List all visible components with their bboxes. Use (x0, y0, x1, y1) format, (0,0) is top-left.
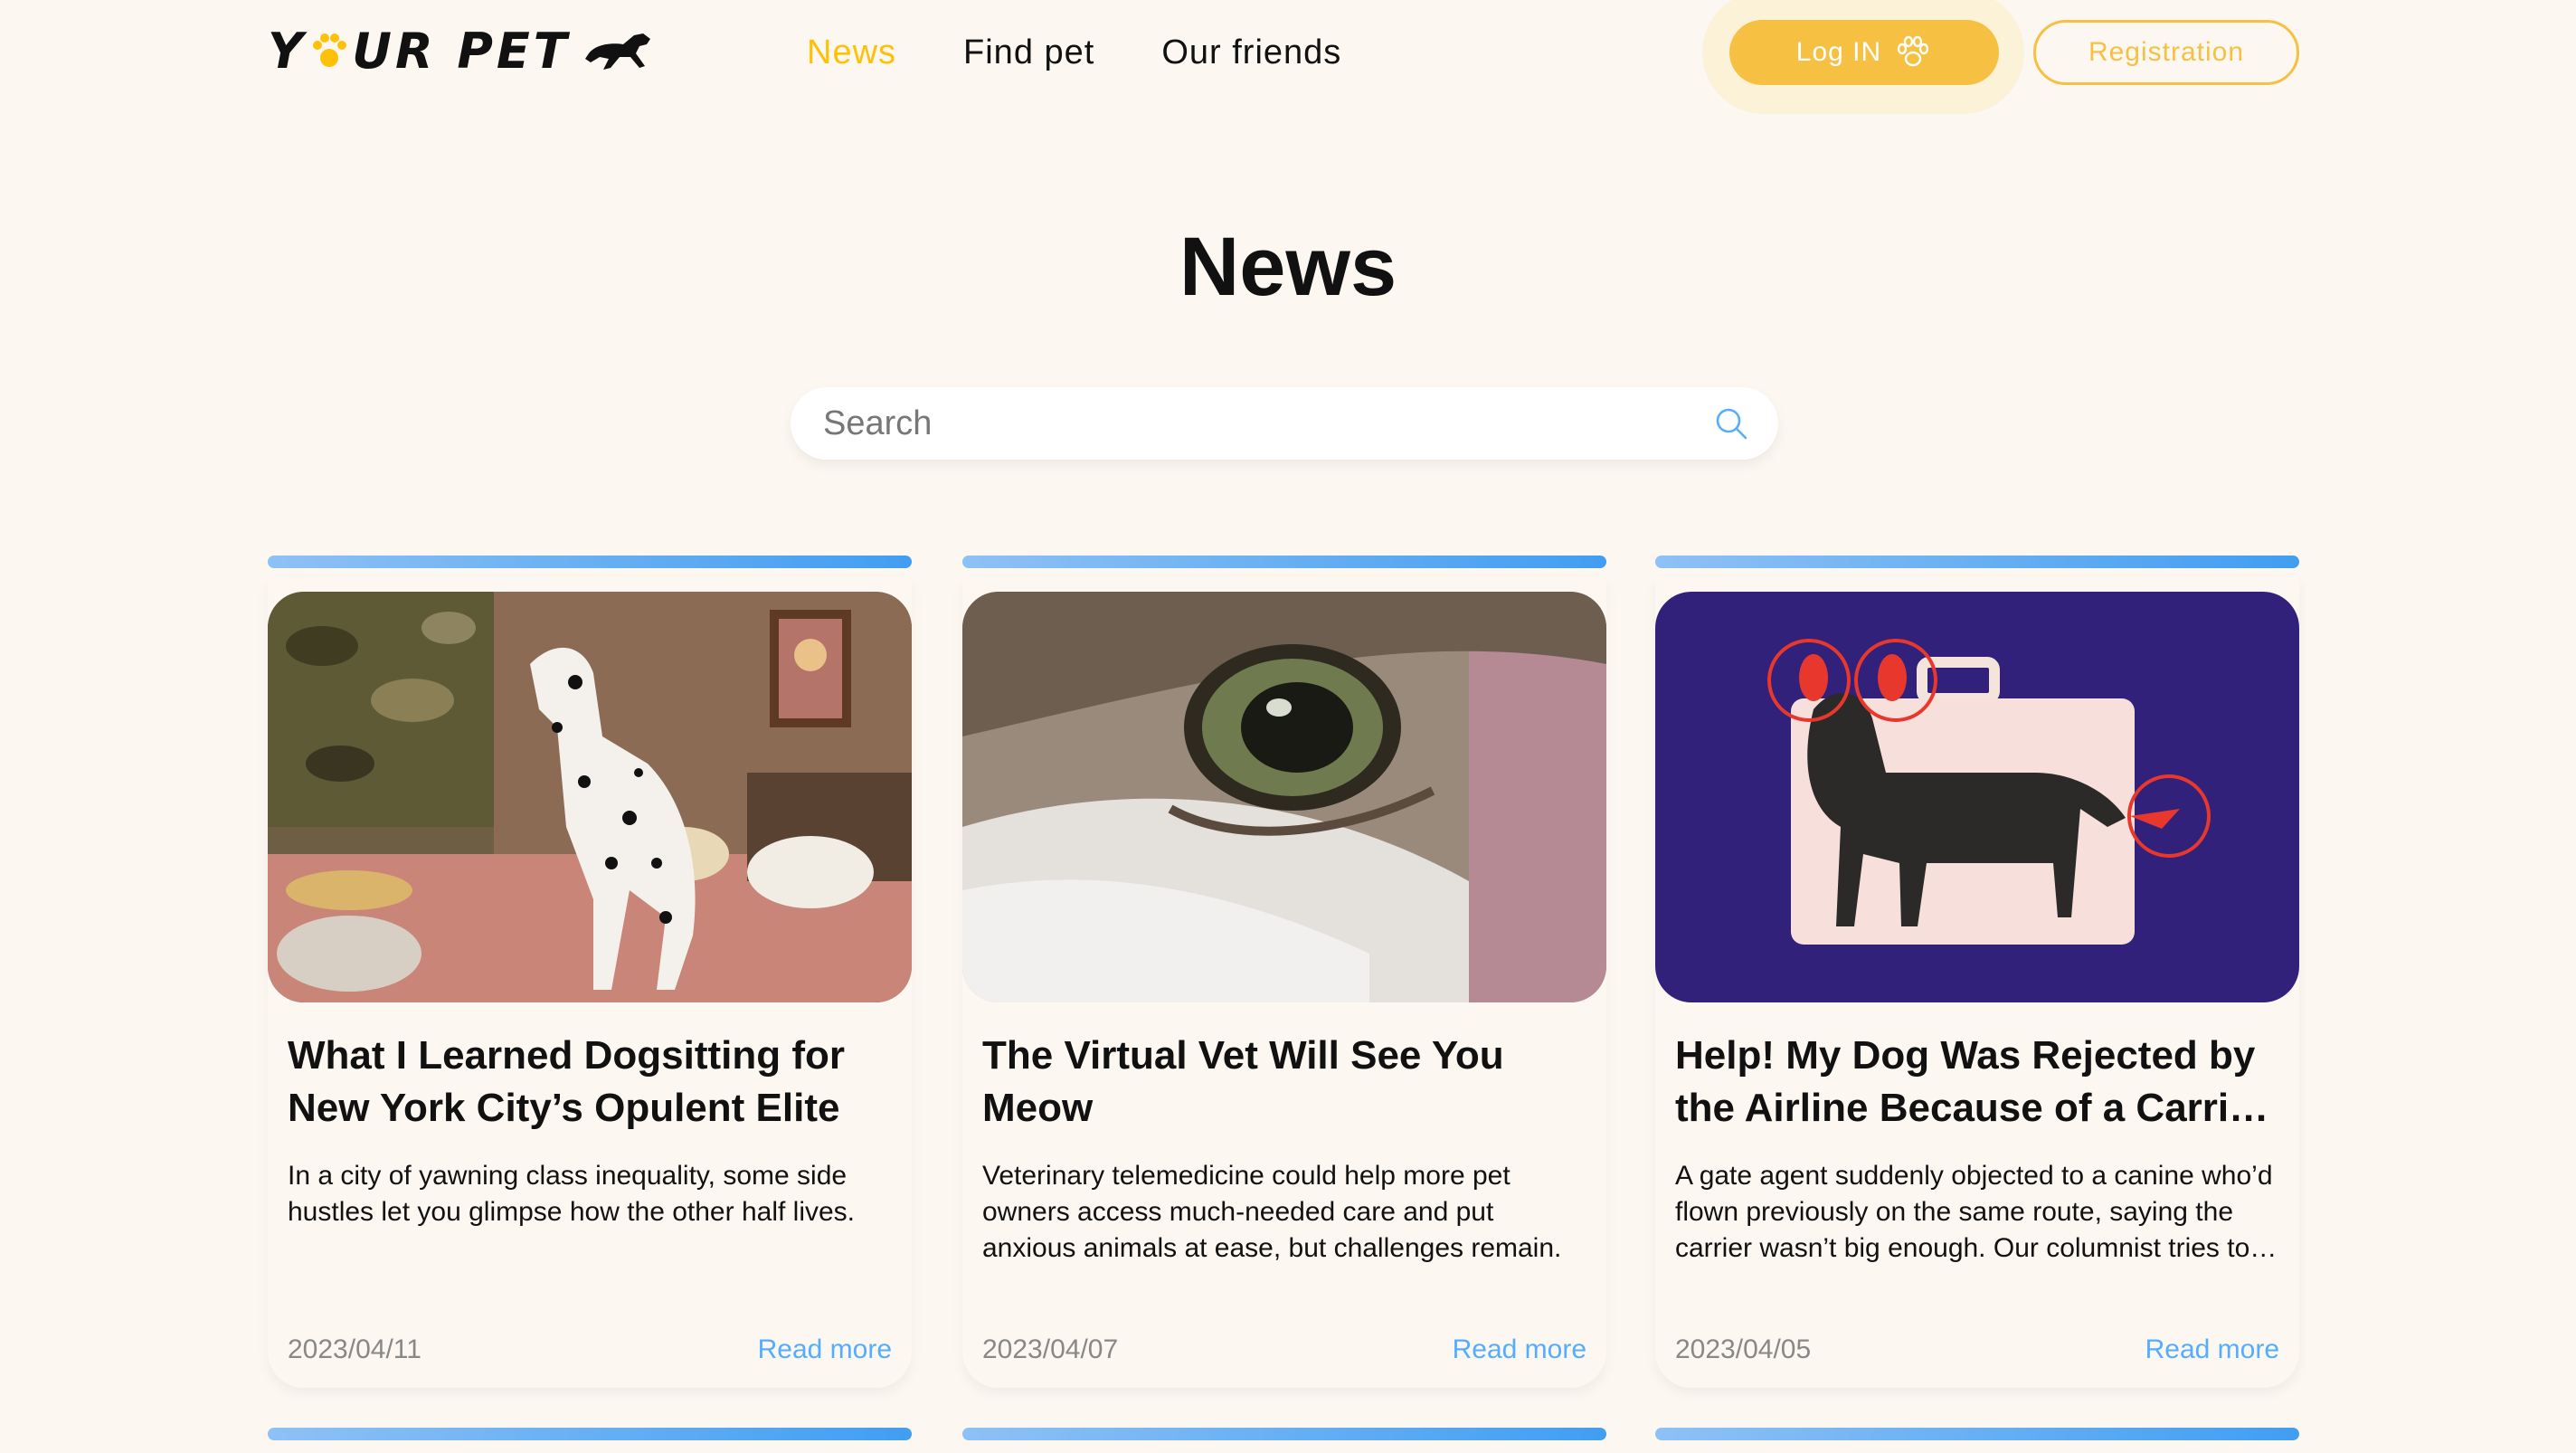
login-button-label: Log IN (1795, 37, 1882, 67)
registration-button[interactable]: Registration (2033, 20, 2299, 85)
search-icon[interactable] (1711, 404, 1751, 443)
card-date: 2023/04/07 (982, 1334, 1119, 1364)
card-accent-bar (268, 556, 912, 568)
read-more-link[interactable]: Read more (2145, 1332, 2279, 1368)
page-title: News (1179, 221, 1397, 313)
news-card: The Virtual Vet Will See You Meow Veteri… (962, 556, 1606, 1388)
card-accent-bar (962, 1428, 1606, 1440)
site-header: Y UR PET News Find pet Our friends Log I… (0, 0, 2576, 114)
running-dog-icon (584, 33, 650, 70)
read-more-link[interactable]: Read more (758, 1332, 892, 1368)
card-accent-bar (962, 556, 1606, 568)
card-image-dog-carrier (1655, 592, 2299, 1002)
logo[interactable]: Y UR PET (268, 20, 656, 83)
card-title: What I Learned Dogsitting for New York C… (288, 1033, 845, 1130)
news-card: What I Learned Dogsitting for New York C… (268, 556, 912, 1388)
card-date: 2023/04/05 (1675, 1334, 1812, 1364)
search-bar (791, 387, 1778, 460)
card-accent-bar (1655, 1428, 2299, 1440)
nav-item-find-pet[interactable]: Find pet (963, 27, 1094, 78)
paw-icon (1897, 35, 1929, 67)
search-input[interactable] (821, 387, 1690, 460)
paw-icon (313, 33, 347, 67)
news-card: Help! My Dog Was Rejected by the Airline… (1655, 556, 2299, 1388)
card-date: 2023/04/11 (288, 1334, 421, 1364)
card-title: The Virtual Vet Will See You Meow (982, 1033, 1504, 1130)
logo-text-rest: UR PET (352, 23, 571, 80)
card-description: Veterinary telemedicine could help more … (982, 1161, 1562, 1263)
main-nav: News Find pet Our friends (807, 27, 1341, 78)
nav-item-our-friends[interactable]: Our friends (1161, 27, 1341, 78)
read-more-link[interactable]: Read more (1453, 1332, 1586, 1368)
logo-text-y: Y (268, 23, 308, 80)
card-title: Help! My Dog Was Rejected by the Airline… (1675, 1033, 2267, 1130)
card-image-cat-eye (962, 592, 1606, 1002)
card-accent-bar (268, 1428, 912, 1440)
card-description: A gate agent suddenly objected to a cani… (1675, 1161, 2273, 1263)
nav-item-news[interactable]: News (807, 27, 896, 78)
card-description: In a city of yawning class inequality, s… (288, 1161, 855, 1227)
card-image-dalmatian (268, 592, 912, 1002)
login-button[interactable]: Log IN (1729, 20, 1999, 85)
card-accent-bar (1655, 556, 2299, 568)
